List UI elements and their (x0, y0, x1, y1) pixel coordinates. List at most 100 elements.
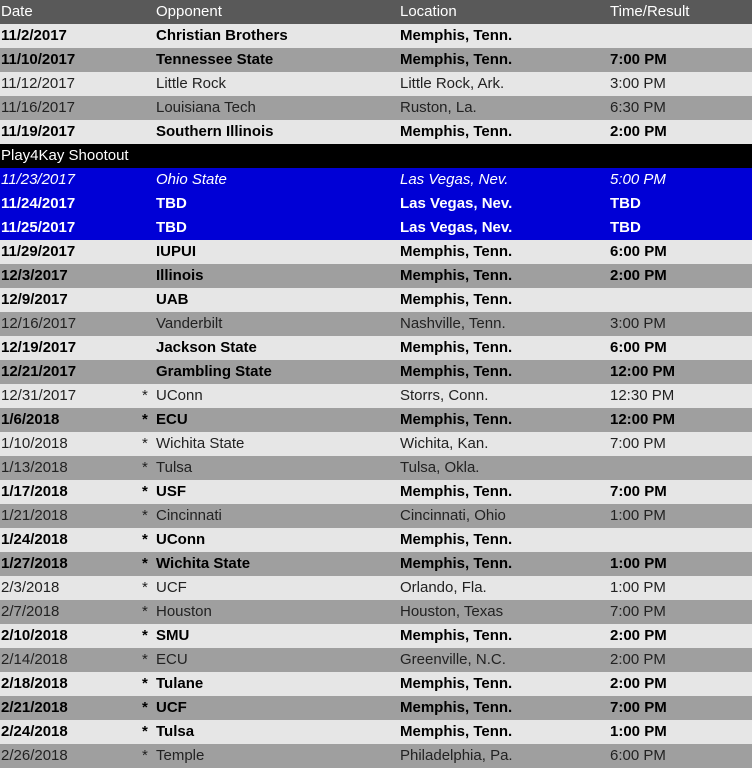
cell-date: 11/12/2017 (1, 75, 75, 92)
table-row: 1/21/2018 * Cincinnati Cincinnati, Ohio 1:00… (0, 504, 752, 528)
header-time-result: Time/Result (610, 3, 690, 20)
cell-location: Memphis, Tenn. (400, 555, 513, 572)
table-row: 11/16/2017 Louisiana Tech Ruston, La. 6:30 … (0, 96, 752, 120)
cell-opponent: USF (156, 483, 186, 500)
conference-marker: * (142, 459, 148, 476)
table-row: 2/24/2018 * Tulsa Memphis, Tenn. 1:00 PM (0, 720, 752, 744)
cell-date: 1/10/2018 (1, 435, 68, 452)
cell-time-result: 6:00 PM (610, 339, 667, 356)
cell-location: Memphis, Tenn. (400, 267, 513, 284)
conference-marker: * (142, 723, 148, 740)
table-row: 12/21/2017 Grambling State Memphis, Tenn. 1… (0, 360, 752, 384)
cell-opponent: Southern Illinois (156, 123, 274, 140)
cell-time-result: 1:00 PM (610, 723, 667, 740)
table-row: 11/10/2017 Tennessee State Memphis, Tenn. 7… (0, 48, 752, 72)
cell-location: Memphis, Tenn. (400, 723, 513, 740)
cell-opponent: Wichita State (156, 435, 245, 452)
table-row: 12/3/2017 Illinois Memphis, Tenn. 2:00 PM (0, 264, 752, 288)
cell-opponent: UConn (156, 531, 206, 548)
cell-location: Storrs, Conn. (400, 387, 489, 404)
cell-time-result: TBD (610, 195, 641, 212)
cell-opponent: Tennessee State (156, 51, 274, 68)
cell-time-result: 12:00 PM (610, 363, 676, 380)
table-row: 12/19/2017 Jackson State Memphis, Tenn. 6:0… (0, 336, 752, 360)
cell-location: Las Vegas, Nev. (400, 219, 513, 236)
conference-marker: * (142, 387, 148, 404)
cell-location: Memphis, Tenn. (400, 51, 513, 68)
conference-marker: * (142, 555, 148, 572)
cell-location: Greenville, N.C. (400, 651, 506, 668)
cell-date: 1/27/2018 (1, 555, 68, 572)
cell-date: 1/6/2018 (1, 411, 60, 428)
cell-location: Memphis, Tenn. (400, 411, 513, 428)
table-row: 1/13/2018 * Tulsa Tulsa, Okla. (0, 456, 752, 480)
table-row: 11/24/2017 TBD Las Vegas, Nev. TBD (0, 192, 752, 216)
cell-opponent: Illinois (156, 267, 204, 284)
cell-time-result: 7:00 PM (610, 699, 667, 716)
table-row: 1/6/2018 * ECU Memphis, Tenn. 12:00 PM (0, 408, 752, 432)
cell-time-result: 1:00 PM (610, 579, 666, 596)
conference-marker: * (142, 411, 148, 428)
table-row: 2/14/2018 * ECU Greenville, N.C. 2:00 PM (0, 648, 752, 672)
cell-location: Philadelphia, Pa. (400, 747, 513, 764)
cell-time-result: 7:00 PM (610, 483, 667, 500)
cell-location: Tulsa, Okla. (400, 459, 480, 476)
cell-date: 11/23/2017 (1, 171, 75, 188)
cell-time-result: 7:00 PM (610, 603, 666, 620)
cell-date: 11/29/2017 (1, 243, 76, 260)
cell-opponent: Temple (156, 747, 205, 764)
cell-date: 2/24/2018 (1, 723, 68, 740)
cell-time-result: 12:30 PM (610, 387, 675, 404)
cell-location: Nashville, Tenn. (400, 315, 506, 332)
cell-opponent: Grambling State (156, 363, 272, 380)
section-title: Play4Kay Shootout (1, 147, 129, 164)
header-opponent: Opponent (156, 3, 222, 20)
cell-location: Memphis, Tenn. (400, 363, 513, 380)
table-row: 1/17/2018 * USF Memphis, Tenn. 7:00 PM (0, 480, 752, 504)
table-row: 2/26/2018 * Temple Philadelphia, Pa. 6:00 PM (0, 744, 752, 768)
cell-opponent: Vanderbilt (156, 315, 223, 332)
cell-date: 2/10/2018 (1, 627, 68, 644)
cell-date: 12/3/2017 (1, 267, 68, 284)
cell-date: 11/25/2017 (1, 219, 76, 236)
cell-date: 12/19/2017 (1, 339, 77, 356)
cell-opponent: UCF (156, 699, 187, 716)
table-row: 12/31/2017 * UConn Storrs, Conn. 12:30 PM (0, 384, 752, 408)
cell-date: 1/24/2018 (1, 531, 68, 548)
cell-time-result: 3:00 PM (610, 315, 666, 332)
table-row: 11/29/2017 IUPUI Memphis, Tenn. 6:00 PM (0, 240, 752, 264)
cell-opponent: UCF (156, 579, 187, 596)
conference-marker: * (142, 627, 148, 644)
table-row: 11/19/2017 Southern Illinois Memphis, Tenn… (0, 120, 752, 144)
cell-opponent: Wichita State (156, 555, 251, 572)
cell-date: 2/3/2018 (1, 579, 60, 596)
cell-opponent: SMU (156, 627, 190, 644)
cell-opponent: Christian Brothers (156, 27, 288, 44)
cell-opponent: Tulane (156, 675, 204, 692)
table-row: 11/2/2017 Christian Brothers Memphis, Tenn… (0, 24, 752, 48)
cell-opponent: Cincinnati (156, 507, 222, 524)
cell-location: Memphis, Tenn. (400, 291, 513, 308)
cell-date: 11/10/2017 (1, 51, 76, 68)
cell-time-result: 7:00 PM (610, 51, 667, 68)
conference-marker: * (142, 435, 148, 452)
cell-location: Wichita, Kan. (400, 435, 489, 452)
cell-time-result: 5:00 PM (610, 171, 666, 188)
conference-marker: * (142, 531, 148, 548)
cell-opponent: Ohio State (156, 171, 227, 188)
cell-location: Orlando, Fla. (400, 579, 487, 596)
cell-date: 2/18/2018 (1, 675, 68, 692)
cell-location: Cincinnati, Ohio (400, 507, 506, 524)
cell-date: 1/17/2018 (1, 483, 68, 500)
cell-time-result: 1:00 PM (610, 555, 667, 572)
cell-opponent: UAB (156, 291, 189, 308)
table-row: 11/12/2017 Little Rock Little Rock, Ark. 3:… (0, 72, 752, 96)
cell-opponent: Houston (156, 603, 212, 620)
cell-location: Memphis, Tenn. (400, 339, 513, 356)
cell-location: Memphis, Tenn. (400, 123, 513, 140)
cell-date: 11/16/2017 (1, 99, 75, 116)
header-location: Location (400, 3, 457, 20)
table-header: Date Opponent Location Time/Result (0, 0, 752, 24)
table-row: 2/21/2018 * UCF Memphis, Tenn. 7:00 PM (0, 696, 752, 720)
table-row: 11/23/2017 Ohio State Las Vegas, Nev. 5:00 … (0, 168, 752, 192)
